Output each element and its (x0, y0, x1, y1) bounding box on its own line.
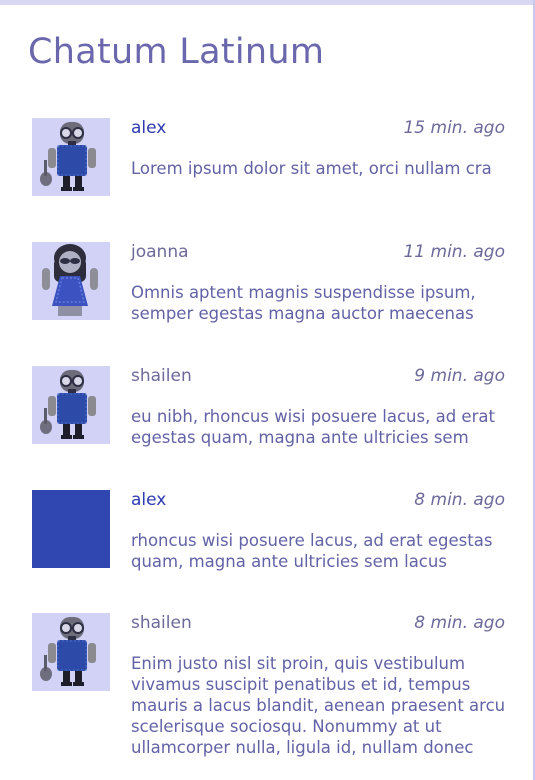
message-text: rhoncus wisi posuere lacus, ad erat eges… (131, 531, 493, 571)
message-text: Lorem ipsum dolor sit amet, orci nullam … (131, 159, 492, 178)
message-username[interactable]: alex (131, 490, 166, 510)
message-text: eu nibh, rhoncus wisi posuere lacus, ad … (131, 407, 495, 447)
message-username[interactable]: shailen (131, 366, 192, 386)
top-bar (0, 0, 535, 5)
message-timestamp: 11 min. ago (403, 242, 505, 262)
message-username[interactable]: alex (131, 118, 166, 138)
message-username[interactable]: shailen (131, 613, 192, 633)
message-text: Omnis aptent magnis suspendisse ipsum, s… (131, 283, 476, 323)
message-text: Enim justo nisl sit proin, quis vestibul… (131, 654, 506, 757)
guitar-player-avatar-icon[interactable] (32, 366, 110, 444)
message-timestamp: 9 min. ago (414, 366, 505, 386)
blank-avatar[interactable] (32, 490, 110, 568)
guitar-player-avatar-icon[interactable] (32, 118, 110, 196)
message-username[interactable]: joanna (131, 242, 189, 262)
message-timestamp: 8 min. ago (414, 490, 505, 510)
page-title: Chatum Latinum (28, 32, 325, 72)
message-timestamp: 8 min. ago (414, 613, 505, 633)
guitar-player-avatar-icon[interactable] (32, 613, 110, 691)
message-timestamp: 15 min. ago (403, 118, 505, 138)
woman-sunglasses-avatar-icon[interactable] (32, 242, 110, 320)
